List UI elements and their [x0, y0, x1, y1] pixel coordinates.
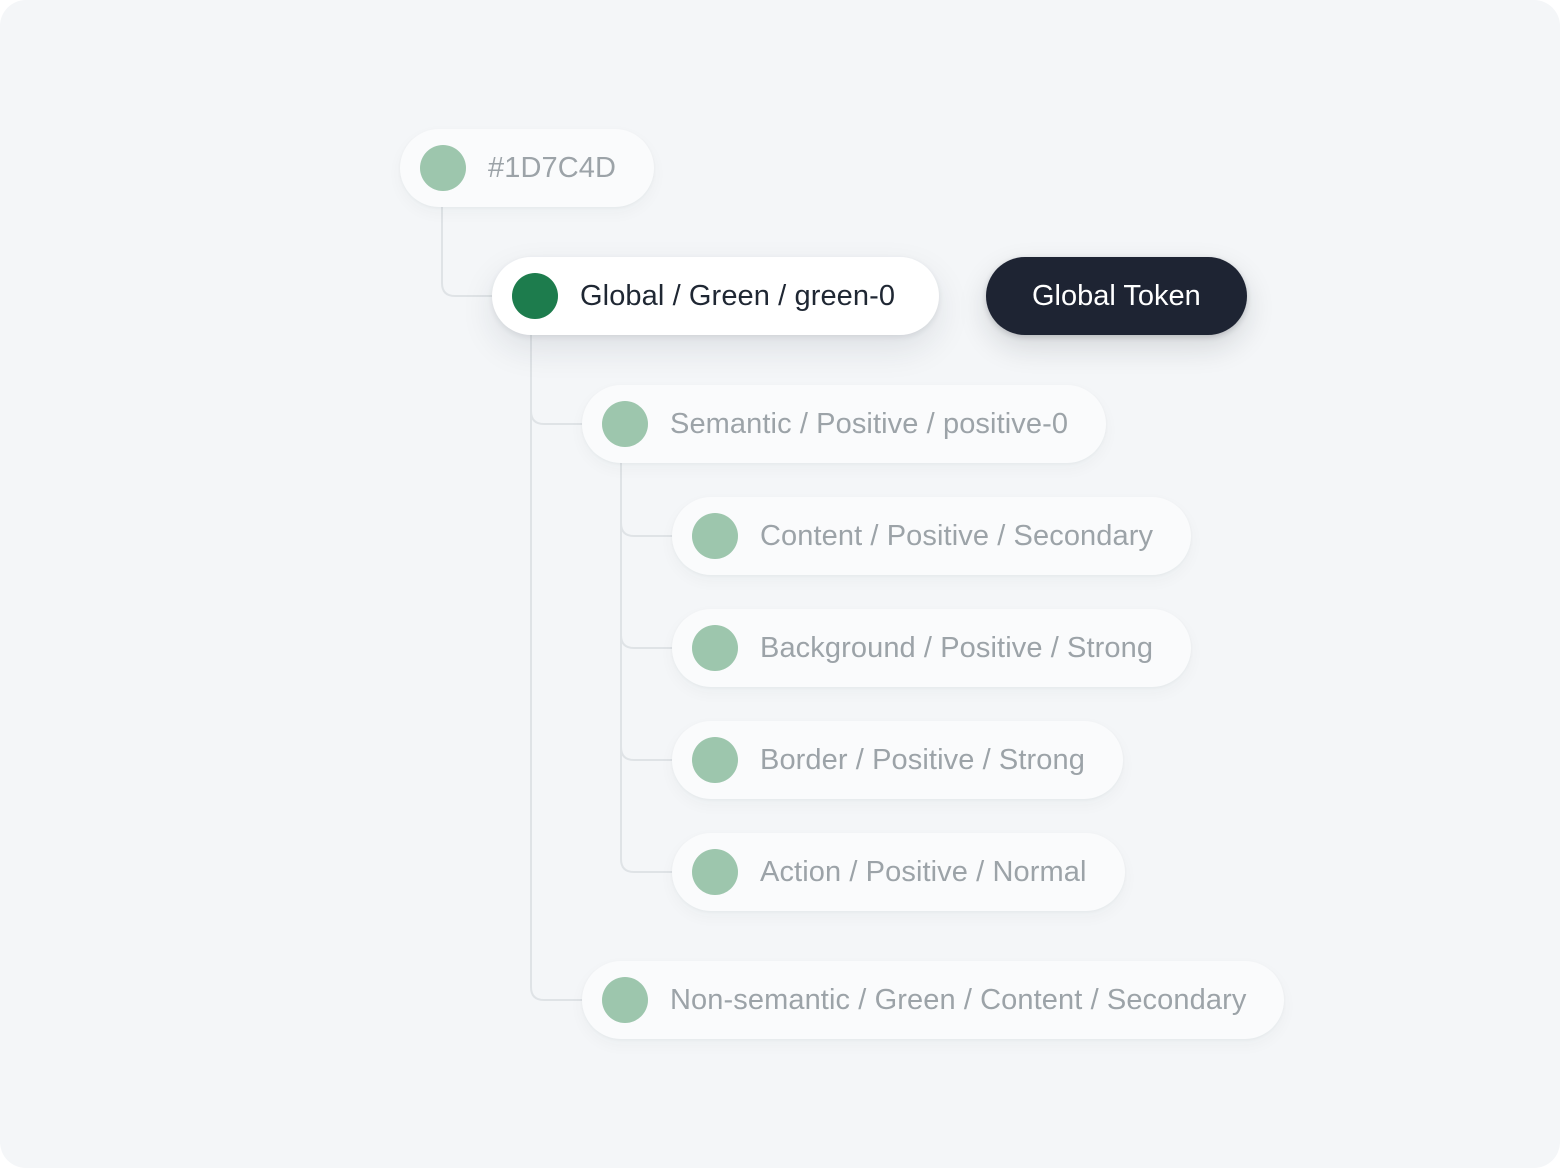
- node-content-positive-secondary[interactable]: Content / Positive / Secondary: [672, 497, 1192, 575]
- color-swatch-icon: [512, 273, 558, 319]
- node-label: Semantic / Positive / positive-0: [670, 407, 1069, 440]
- node-non-semantic-green-content-secondary[interactable]: Non-semantic / Green / Content / Seconda…: [582, 961, 1285, 1039]
- node-label: Border / Positive / Strong: [760, 743, 1085, 776]
- node-global-green-0[interactable]: Global / Green / green-0: [492, 257, 940, 335]
- connector-semantic-to-content: [620, 462, 673, 537]
- color-swatch-icon: [692, 625, 738, 671]
- node-label: Action / Positive / Normal: [760, 855, 1087, 888]
- node-border-positive-strong[interactable]: Border / Positive / Strong: [672, 721, 1123, 799]
- node-label: Content / Positive / Secondary: [760, 519, 1154, 552]
- color-swatch-icon: [602, 977, 648, 1023]
- color-swatch-icon: [692, 513, 738, 559]
- node-label: #1D7C4D: [488, 151, 617, 184]
- connector-semantic-to-border: [620, 462, 673, 761]
- node-label: Global / Green / green-0: [580, 279, 896, 312]
- node-background-positive-strong[interactable]: Background / Positive / Strong: [672, 609, 1192, 687]
- global-token-badge: Global Token: [986, 257, 1247, 335]
- color-swatch-icon: [692, 737, 738, 783]
- color-swatch-icon: [692, 849, 738, 895]
- connector-root-to-primary: [441, 205, 493, 297]
- global-token-badge-label: Global Token: [1032, 279, 1201, 312]
- token-hierarchy-canvas: #1D7C4D Global / Green / green-0 Global …: [0, 0, 1560, 1168]
- node-semantic-positive-0[interactable]: Semantic / Positive / positive-0: [582, 385, 1107, 463]
- connector-semantic-to-background: [620, 462, 673, 649]
- color-swatch-icon: [602, 401, 648, 447]
- node-label: Background / Positive / Strong: [760, 631, 1154, 664]
- node-source-hex[interactable]: #1D7C4D: [400, 129, 655, 207]
- connector-primary-to-non-semantic: [530, 333, 583, 1001]
- node-label: Non-semantic / Green / Content / Seconda…: [670, 983, 1247, 1016]
- connector-primary-to-semantic: [530, 333, 583, 425]
- node-action-positive-normal[interactable]: Action / Positive / Normal: [672, 833, 1125, 911]
- color-swatch-icon: [420, 145, 466, 191]
- connector-semantic-to-action: [620, 462, 673, 873]
